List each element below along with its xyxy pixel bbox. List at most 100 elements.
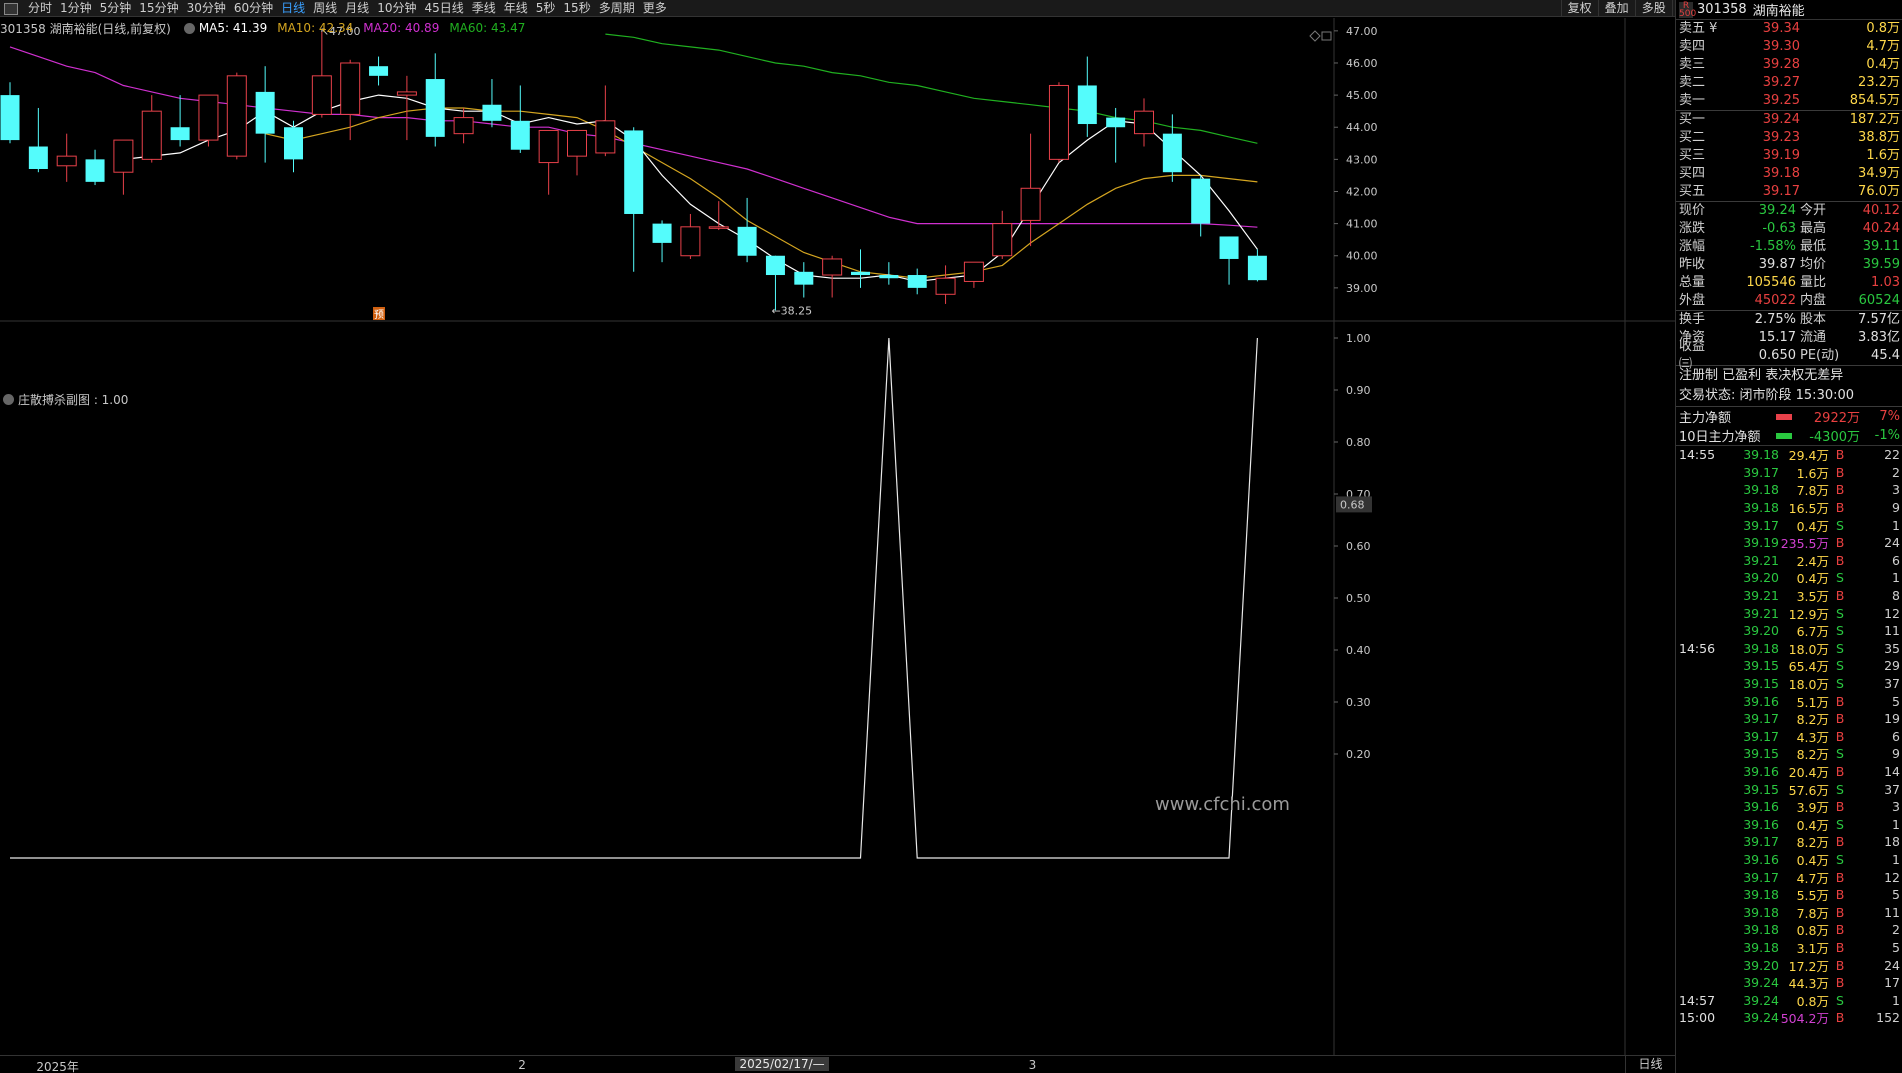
tick-count: 24 [1884, 957, 1900, 973]
time-cursor-label: 2025/02/17/— [735, 1057, 829, 1071]
tick-count: 29 [1884, 658, 1900, 674]
pane-diamond-icon[interactable] [1309, 30, 1321, 42]
quote-row: 总量 105546 量比 1.03 [1676, 274, 1902, 292]
tick-row: 39.21 3.5万 B 8 [1676, 587, 1902, 605]
candle [510, 85, 530, 153]
tick-row: 39.16 20.4万 B 14 [1676, 763, 1902, 781]
tick-volume: 3.5万 [1796, 589, 1829, 605]
bid-row[interactable]: 买四 39.18 34.9万 [1676, 165, 1902, 183]
legend-ma60: MA60: 43.47 [449, 21, 526, 35]
ask-row[interactable]: 卖三 39.28 0.4万 [1676, 56, 1902, 74]
period-tab-1[interactable]: 1分钟 [56, 0, 96, 17]
axis-mode-label[interactable]: 日线 [1625, 1055, 1675, 1073]
quote-value: -0.63 [1762, 221, 1796, 236]
candle-body [453, 117, 474, 135]
tick-price: 39.18 [1743, 640, 1779, 656]
tick-count: 1 [1892, 851, 1900, 867]
tick-volume: 3.9万 [1796, 800, 1829, 816]
candle-body [907, 275, 927, 288]
tick-side: S [1836, 746, 1844, 762]
price-tick-label: 44.00 [1346, 121, 1378, 134]
tick-volume: 20.4万 [1788, 764, 1829, 780]
tick-count: 3 [1892, 799, 1900, 815]
bid-price: 39.17 [1762, 184, 1800, 199]
tick-side: S [1836, 570, 1844, 586]
tick-side: S [1836, 676, 1844, 692]
period-tab-5[interactable]: 60分钟 [230, 0, 277, 17]
bid-price: 39.19 [1762, 148, 1800, 163]
period-tab-4[interactable]: 30分钟 [183, 0, 230, 17]
toolbar-action-2[interactable]: 多股 [1634, 0, 1672, 17]
period-toolbar: 分时 1分钟 5分钟 15分钟 30分钟 60分钟 日线 周线 月线 10分钟 45日线 季线 年线 5秒… [0, 0, 1902, 17]
capital-flow-row[interactable]: 主力净额 2922万 7% [1676, 407, 1902, 426]
period-tab-3[interactable]: 15分钟 [135, 0, 182, 17]
ma60-line [605, 33, 1258, 144]
sub-tick-label: 0.40 [1346, 644, 1371, 657]
ask-row[interactable]: 卖四 39.30 4.7万 [1676, 38, 1902, 56]
bid-row[interactable]: 买三 39.19 1.6万 [1676, 147, 1902, 165]
quote-value: 1.03 [1871, 275, 1900, 290]
tick-volume: 0.8万 [1796, 923, 1829, 939]
quote-label: 换手 [1679, 312, 1706, 327]
tick-price: 39.17 [1743, 464, 1779, 480]
tick-price: 39.21 [1743, 605, 1779, 621]
toolbar-action-1[interactable]: 叠加 [1597, 0, 1635, 17]
candle [425, 53, 445, 147]
ask-row[interactable]: 卖二 39.27 23.2万 [1676, 74, 1902, 92]
tick-volume: 17.2万 [1788, 958, 1829, 974]
main-chart-legend: 301358 湖南裕能(日线,前复权) MA5: 41.39 MA10: 42.… [0, 20, 535, 36]
tick-volume: 18.0万 [1788, 677, 1829, 693]
tick-side: B [1835, 711, 1845, 727]
sub-tick-label: 0.80 [1346, 436, 1371, 449]
panel-toggle-icon[interactable] [4, 2, 18, 15]
sub-indicator-menu-icon[interactable] [3, 393, 14, 405]
period-tab-2[interactable]: 5分钟 [96, 0, 136, 17]
pane-maximize-icon[interactable] [1321, 31, 1332, 41]
candle-body [1048, 84, 1069, 160]
tick-volume: 7.8万 [1796, 483, 1829, 499]
candle-body [1106, 117, 1126, 128]
tick-row: 39.16 5.1万 B 5 [1676, 692, 1902, 710]
period-tab-11[interactable]: 季线 [468, 0, 500, 17]
period-tab-15[interactable]: 多周期 [595, 0, 639, 17]
toolbar-action-0[interactable]: 复权 [1560, 0, 1598, 17]
period-tab-9[interactable]: 10分钟 [373, 0, 420, 17]
ask-volume: 854.5万 [1849, 93, 1900, 108]
period-tab-8[interactable]: 月线 [341, 0, 373, 17]
bid-row[interactable]: 买一 39.24 187.2万 [1676, 111, 1902, 129]
tick-count: 1 [1892, 992, 1900, 1008]
candle [198, 94, 219, 147]
period-tab-10[interactable]: 45日线 [420, 0, 467, 17]
ask-row[interactable]: 卖五 ¥ 39.34 0.8万 [1676, 20, 1902, 38]
ask-row[interactable]: 卖一 39.25 854.5万 [1676, 92, 1902, 110]
capital-flow-row[interactable]: 10日主力净额 -4300万 -1% [1676, 426, 1902, 445]
candle-body [595, 120, 616, 154]
bid-row[interactable]: 买五 39.17 76.0万 [1676, 183, 1902, 201]
period-tab-12[interactable]: 年线 [500, 0, 532, 17]
quote-label: 量比 [1800, 275, 1827, 290]
period-tab-14[interactable]: 15秒 [559, 0, 594, 17]
indicator-menu-icon[interactable] [183, 22, 195, 34]
tick-side: B [1835, 957, 1845, 973]
quote-label: 涨幅 [1679, 239, 1706, 254]
period-tab-7[interactable]: 周线 [309, 0, 341, 17]
tick-row: 39.15 8.2万 S 9 [1676, 745, 1902, 763]
tick-row: 39.15 18.0万 S 37 [1676, 675, 1902, 693]
candle-body [765, 255, 785, 276]
capital-flow-bar [1776, 432, 1792, 439]
tick-row: 39.18 0.8万 B 2 [1676, 921, 1902, 939]
tick-count: 152 [1876, 1010, 1900, 1026]
tick-row: 39.17 0.4万 S 1 [1676, 516, 1902, 534]
sub-tick-label: 0.90 [1346, 384, 1371, 397]
candle [482, 79, 502, 128]
quote-value: 40.24 [1862, 221, 1900, 236]
period-tab-16[interactable]: 更多 [639, 0, 671, 17]
tick-row: 14:56 39.18 18.0万 S 35 [1676, 640, 1902, 658]
period-tab-0[interactable]: 分时 [24, 0, 56, 17]
bid-price: 39.24 [1762, 112, 1800, 127]
candle [624, 127, 644, 272]
tick-count: 2 [1892, 464, 1900, 480]
period-tab-6[interactable]: 日线 [277, 0, 309, 17]
period-tab-13[interactable]: 5秒 [532, 0, 560, 17]
bid-row[interactable]: 买二 39.23 38.8万 [1676, 129, 1902, 147]
